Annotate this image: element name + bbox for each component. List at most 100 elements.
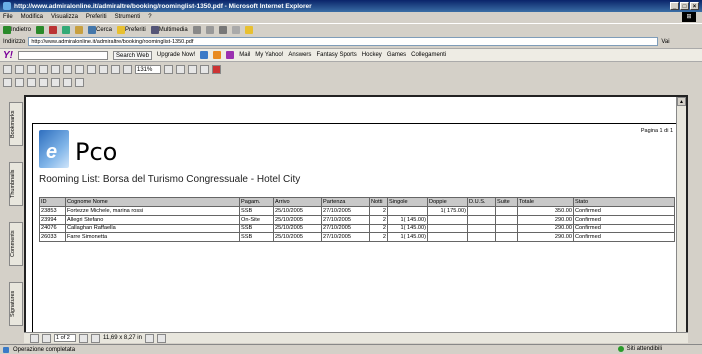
minimize-button[interactable]: _ (670, 2, 679, 10)
links-label[interactable]: Collegamenti (411, 52, 446, 58)
menu-file[interactable]: File (3, 14, 13, 20)
select-button[interactable] (51, 64, 60, 74)
toolbar-icon[interactable] (213, 51, 222, 59)
cell-payment: SSB (239, 206, 274, 216)
hand-tool-button[interactable] (3, 77, 12, 87)
search-button[interactable] (39, 64, 48, 74)
go-button[interactable]: Vai (661, 39, 669, 45)
prev-page-nav-button[interactable] (42, 333, 51, 343)
back-arrow-icon (3, 25, 11, 34)
cell-single (387, 206, 428, 216)
cell-double (427, 223, 468, 234)
cell-payment: SSB (239, 232, 274, 243)
cell-suite (495, 214, 518, 225)
col-header: Doppie (427, 197, 468, 207)
tab-comments[interactable]: Comments (9, 222, 23, 266)
tab-signatures[interactable]: Signatures (9, 282, 23, 326)
media-icon (150, 25, 159, 34)
col-header: Stato (573, 197, 675, 207)
first-page-nav-button[interactable] (30, 333, 39, 343)
yahoo-search-input[interactable] (18, 50, 108, 60)
fit-page-button[interactable] (188, 64, 197, 74)
toolbar-icon[interactable] (226, 51, 235, 59)
next-page-nav-button[interactable] (79, 333, 88, 343)
print-button[interactable] (218, 25, 227, 34)
zone-text: Siti attendibili (626, 346, 662, 352)
table-row: 24076 Callaghan Raffaella SSB 25/10/2005… (39, 223, 675, 234)
scroll-up-button[interactable]: ▲ (677, 97, 686, 106)
pdf-toolbar-1: 131% (0, 63, 702, 75)
hockey-link[interactable]: Hockey (362, 52, 382, 58)
menu-bar: File Modifica Visualizza Preferiti Strum… (0, 12, 702, 22)
adobe-icon[interactable] (212, 64, 221, 74)
first-page-button[interactable] (75, 64, 84, 74)
cell-name: Farre Simonetta (65, 232, 240, 243)
games-link[interactable]: Games (387, 52, 406, 58)
mail-link[interactable]: Mail (239, 52, 250, 58)
pencil-button[interactable] (51, 77, 60, 87)
cell-double (427, 214, 468, 225)
pdf-toolbar-2 (0, 76, 702, 88)
page-number-input[interactable]: 1 of 2 (54, 334, 76, 342)
zoom-tool-button[interactable] (15, 77, 24, 87)
comment-button[interactable] (39, 77, 48, 87)
fantasy-sports-link[interactable]: Fantasy Sports (316, 52, 356, 58)
actual-size-button[interactable] (176, 64, 185, 74)
next-page-button[interactable] (99, 64, 108, 74)
text-tool-button[interactable] (27, 77, 36, 87)
prev-page-button[interactable] (87, 64, 96, 74)
draw-button[interactable] (63, 77, 72, 87)
toolbar-icon[interactable] (200, 51, 209, 59)
single-page-button[interactable] (144, 333, 154, 343)
yahoo-logo[interactable]: Y! (3, 50, 13, 61)
maximize-button[interactable]: □ (680, 2, 689, 10)
menu-view[interactable]: Visualizza (51, 14, 78, 20)
favorites-button[interactable]: Preferiti (117, 25, 146, 34)
search-button[interactable]: Cerca (88, 25, 112, 34)
stop-button[interactable] (49, 25, 58, 34)
cell-single: 1( 145.00) (387, 232, 428, 243)
menu-favorites[interactable]: Preferiti (86, 14, 107, 20)
menu-help[interactable]: ? (148, 14, 151, 20)
messenger-button[interactable] (244, 25, 253, 34)
zoom-in-button[interactable] (164, 64, 173, 74)
answers-link[interactable]: Answers (288, 52, 311, 58)
cell-payment: SSB (239, 223, 274, 234)
table-row: 23994 Allegri Stefano On-Site 25/10/2005… (39, 214, 675, 225)
close-button[interactable]: × (690, 2, 699, 10)
mail-button[interactable] (205, 25, 214, 34)
back-button[interactable]: Indietro (3, 25, 31, 34)
col-header: Suite (495, 197, 518, 207)
stamp-button[interactable] (75, 77, 84, 87)
last-page-nav-button[interactable] (91, 333, 100, 343)
my-yahoo-link[interactable]: My Yahoo! (255, 52, 283, 58)
refresh-button[interactable] (62, 25, 71, 34)
save-button[interactable] (3, 64, 12, 74)
vertical-scrollbar[interactable]: ▲ (676, 97, 686, 341)
forward-button[interactable] (36, 25, 45, 34)
col-header: Arrivo (273, 197, 322, 207)
email-button[interactable] (27, 64, 36, 74)
cell-status: Confirmed (573, 223, 675, 234)
zoom-out-button[interactable] (123, 64, 132, 74)
print-button[interactable] (15, 64, 24, 74)
snapshot-button[interactable] (63, 64, 72, 74)
home-button[interactable] (75, 25, 84, 34)
cell-dus (467, 223, 496, 234)
multimedia-button[interactable]: Multimedia (150, 25, 188, 34)
tab-thumbnails[interactable]: Thumbnails (9, 162, 23, 206)
history-button[interactable] (192, 25, 201, 34)
pdf-viewer[interactable]: e Pco Pagina 1 di 1 Rooming List: Borsa … (24, 95, 688, 343)
edit-button[interactable] (231, 25, 240, 34)
cell-total: 290.00 (517, 232, 574, 243)
tab-bookmarks[interactable]: Bookmarks (9, 102, 23, 146)
menu-edit[interactable]: Modifica (21, 14, 43, 20)
last-page-button[interactable] (111, 64, 120, 74)
fit-width-button[interactable] (200, 64, 209, 74)
upgrade-now-link[interactable]: Upgrade Now! (157, 52, 195, 58)
continuous-button[interactable] (156, 333, 166, 343)
menu-tools[interactable]: Strumenti (115, 14, 141, 20)
address-input[interactable]: http://www.admiralonline.it/admiraltre/b… (28, 37, 659, 46)
search-web-button[interactable]: Search Web (113, 50, 152, 60)
zoom-input[interactable]: 131% (135, 64, 161, 74)
